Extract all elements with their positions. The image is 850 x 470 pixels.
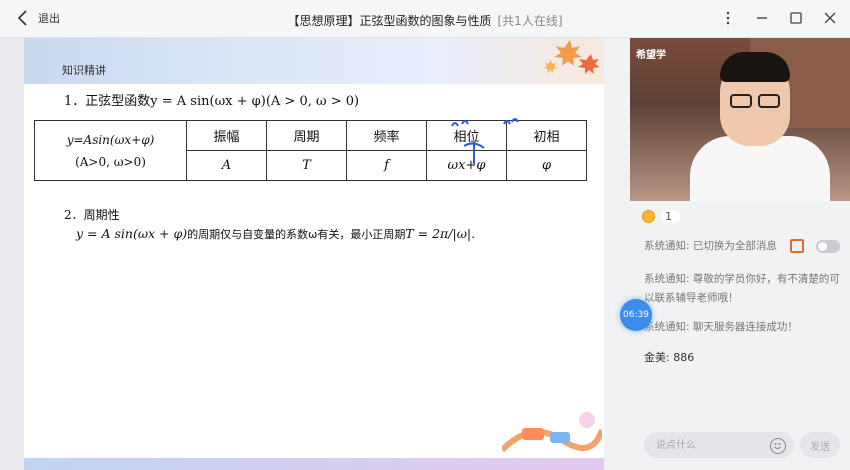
period-explanation: 的周期仅与自变量的系数ω有关，最小正周期 <box>187 228 406 241</box>
system-message: 系统通知: 尊敬的学员你好，有不清楚的可以联系辅导老师哦！ <box>644 273 840 304</box>
slide-footer-band <box>24 458 604 470</box>
value-amplitude: A <box>186 150 267 181</box>
close-button[interactable] <box>822 9 838 27</box>
function-formula: y=Asin(ωx+φ) <box>66 132 155 147</box>
system-message: 系统通知: 聊天服务器连接成功！ <box>644 321 798 333</box>
timer-badge[interactable]: 06:39 <box>620 299 652 331</box>
value-period: T <box>266 150 347 181</box>
chat-input[interactable] <box>656 432 776 458</box>
send-button[interactable]: 发送 <box>800 432 840 458</box>
period-function: y = A sin(ωx + φ) <box>76 226 188 241</box>
rollercoaster-decoration <box>502 412 602 453</box>
online-count: [共1人在线] <box>497 14 563 28</box>
value-frequency: f <box>346 150 427 181</box>
coin-icon <box>642 210 655 223</box>
maximize-icon <box>790 12 802 24</box>
period-description: y = A sin(ωx + φ)的周期仅与自变量的系数ω有关，最小正周期T =… <box>76 226 475 242</box>
title-bar: 退出 【思想原理】正弦型函数的图象与性质 [共1人在线] <box>0 0 850 38</box>
minimize-icon <box>757 17 767 19</box>
slide-header-band <box>24 38 604 84</box>
header-amplitude: 振幅 <box>186 120 267 151</box>
gold-balance: 金美: 886 <box>644 351 695 364</box>
function-condition: (A>0, ω>0) <box>75 154 146 169</box>
function-definition-cell: y=Asin(ωx+φ) (A>0, ω>0) <box>34 120 187 181</box>
header-period: 周期 <box>266 120 347 151</box>
system-message: 系统通知: 已切换为全部消息 <box>644 240 777 252</box>
maximize-button[interactable] <box>788 9 804 27</box>
more-options-button[interactable] <box>720 9 736 27</box>
close-icon <box>824 12 836 24</box>
more-vertical-icon <box>726 11 730 25</box>
header-frequency: 频率 <box>346 120 427 151</box>
video-logo: 希望学 <box>636 50 666 61</box>
heading-sine-function: 1．正弦型函数y = A sin(ωx + φ)(A > 0, ω > 0) <box>64 94 360 109</box>
period-formula: T = 2π/|ω|. <box>405 226 476 241</box>
gift-icon[interactable] <box>790 239 804 253</box>
minimize-button[interactable] <box>754 9 770 27</box>
likes-count: 1 <box>661 210 680 223</box>
teacher-hair <box>720 52 790 82</box>
lesson-slide: 知识精讲 1．正弦型函数y = A sin(ωx + φ)(A > 0, ω >… <box>24 38 604 470</box>
teacher-video: 希望学 <box>630 38 850 201</box>
glasses-left <box>730 94 752 108</box>
smile-icon <box>774 443 781 450</box>
section-title: 知识精讲 <box>62 64 106 77</box>
glasses-right <box>758 94 780 108</box>
emoji-icon[interactable] <box>770 438 786 454</box>
heading-periodicity: 2．周期性 <box>64 208 120 222</box>
maple-leaves-decoration <box>544 40 600 74</box>
teacher-annotation-marks <box>451 118 519 164</box>
chat-sidebar: 希望学 1 系统通知: 已切换为全部消息 系统通知: 尊敬的学员你好，有不清楚的… <box>604 38 850 470</box>
course-title: 【思想原理】正弦型函数的图象与性质 <box>287 14 492 28</box>
likes-counter[interactable]: 1 <box>642 210 680 223</box>
message-filter-toggle[interactable] <box>816 240 840 253</box>
